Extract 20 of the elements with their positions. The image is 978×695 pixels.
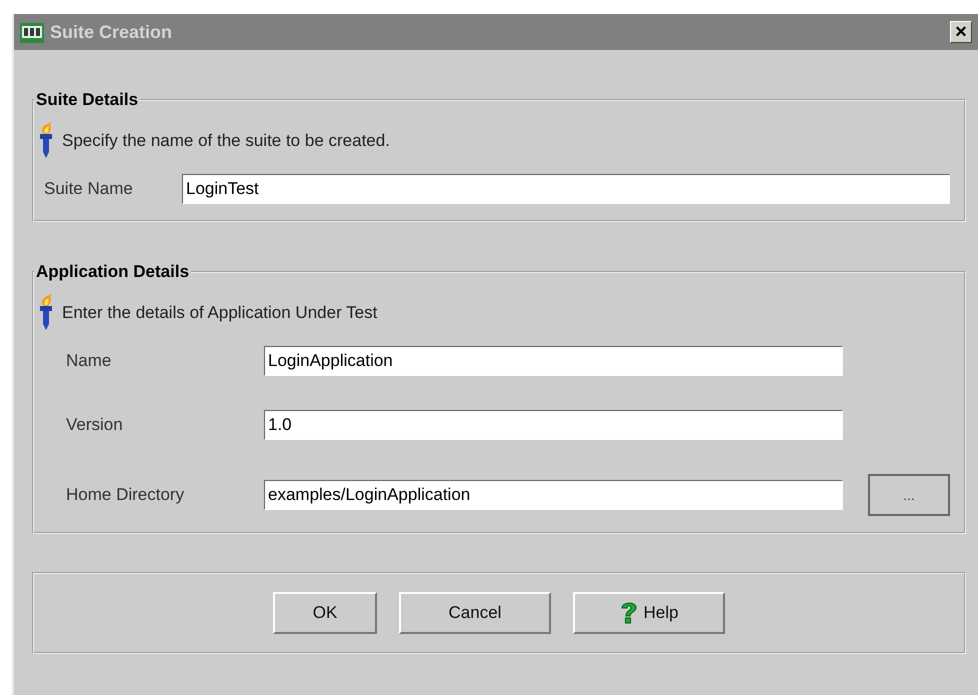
input-field[interactable]: LoginTest	[182, 174, 950, 204]
input-field[interactable]: examples/LoginApplication	[264, 480, 843, 510]
help-icon	[620, 601, 638, 625]
dialog-button[interactable]: OK	[273, 592, 377, 634]
group-title: Suite Details	[35, 90, 140, 110]
group-title: Application Details	[35, 262, 190, 282]
app-icon	[20, 21, 44, 43]
close-button[interactable]: ×	[950, 21, 972, 43]
field-label: Name	[66, 351, 112, 371]
input-field[interactable]: LoginApplication	[264, 346, 843, 376]
field-label: Version	[66, 415, 124, 435]
browse-button[interactable]: ...	[868, 474, 950, 516]
dialog-button[interactable]: Cancel	[399, 592, 551, 634]
hint-text: Enter the details of Application Under Test	[62, 303, 378, 323]
hint-text: Specify the name of the suite to be created.	[62, 131, 390, 151]
field-label: Suite Name	[44, 179, 134, 199]
window-title: Suite Creation	[50, 22, 174, 42]
field-label: Home Directory	[66, 485, 186, 505]
input-field[interactable]: 1.0	[264, 410, 843, 440]
help-button[interactable]: Help	[573, 592, 725, 634]
